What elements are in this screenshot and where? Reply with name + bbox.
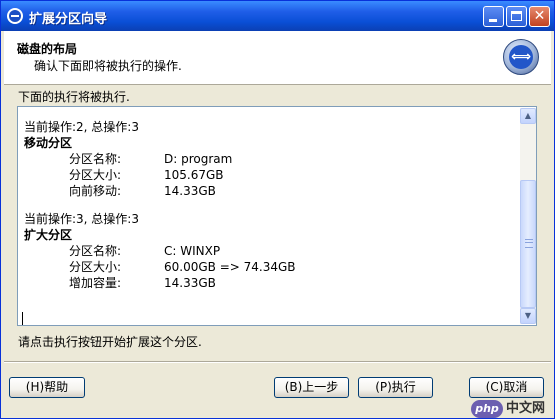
scroll-down-icon: ▼: [524, 311, 532, 320]
scroll-down-button[interactable]: ▼: [520, 308, 536, 324]
app-icon[interactable]: [7, 8, 23, 24]
field-label: 分区大小:: [69, 168, 122, 182]
operation-field-row: 分区名称: C: WINXP: [24, 243, 516, 259]
minimize-icon: [489, 19, 497, 22]
scroll-up-button[interactable]: ▲: [520, 108, 536, 124]
field-value: D: program: [164, 152, 233, 166]
close-icon: ✕: [533, 8, 546, 24]
field-value: 105.67GB: [164, 168, 224, 182]
back-button[interactable]: (B)上一步: [274, 377, 349, 398]
field-value: 14.33GB: [164, 276, 216, 290]
page-title: 磁盘的布局: [17, 42, 78, 56]
operation-name: 移动分区: [24, 136, 73, 150]
hint-text: 请点击执行按钮开始扩展这个分区.: [18, 335, 202, 349]
field-label: 分区名称:: [69, 152, 122, 166]
cancel-button[interactable]: (C)取消: [469, 377, 544, 398]
intro-text: 下面的执行将被执行.: [18, 90, 130, 104]
window-title: 扩展分区向导: [29, 12, 108, 27]
grip-icon: [525, 239, 533, 248]
title-bar[interactable]: 扩展分区向导 ✕: [1, 1, 554, 31]
vertical-scrollbar[interactable]: ▲ ▼: [520, 108, 536, 324]
operation-name: 扩大分区: [24, 228, 73, 242]
field-label: 分区大小:: [69, 260, 122, 274]
operation-field-row: 增加容量: 14.33GB: [24, 275, 516, 291]
operation-field-row: 分区名称: D: program: [24, 151, 516, 167]
wizard-window: 扩展分区向导 ✕ 磁盘的布局 确认下面即将被执行的操作. ⟺ 下面的执行将被执行…: [0, 0, 555, 419]
execute-button[interactable]: (P)执行: [358, 377, 433, 398]
field-value: 14.33GB: [164, 184, 216, 198]
operation-field-row: 向前移动: 14.33GB: [24, 183, 516, 199]
watermark-logo: php 中文网: [471, 399, 555, 420]
operation-field-row: 分区大小: 60.00GB => 74.34GB: [24, 259, 516, 275]
close-button[interactable]: ✕: [529, 6, 550, 27]
help-button[interactable]: (H)帮助: [9, 377, 85, 398]
field-label: 分区名称:: [69, 244, 122, 258]
footer-divider: [4, 361, 551, 363]
operation-log[interactable]: 当前操作:2, 总操作:3 移动分区分区名称: D: program 分区大小: 105…: [17, 106, 537, 326]
operation-gap: [24, 199, 516, 211]
field-value: 60.00GB => 74.34GB: [164, 260, 296, 274]
wizard-header: 磁盘的布局 确认下面即将被执行的操作. ⟺: [4, 31, 551, 85]
scroll-up-icon: ▲: [524, 111, 532, 120]
text-caret: [22, 312, 23, 325]
page-subtitle: 确认下面即将被执行的操作.: [34, 59, 182, 73]
field-value: C: WINXP: [164, 244, 221, 258]
field-label: 增加容量:: [69, 276, 122, 290]
maximize-icon: [511, 11, 522, 21]
watermark-badge: php: [471, 400, 503, 418]
field-label: 向前移动:: [69, 184, 122, 198]
watermark-text: 中文网: [506, 401, 546, 416]
minimize-button[interactable]: [483, 6, 504, 27]
scroll-thumb[interactable]: [520, 180, 536, 308]
operation-field-row: 分区大小: 105.67GB: [24, 167, 516, 183]
operation-counter: 当前操作:3, 总操作:3: [24, 212, 139, 226]
maximize-button[interactable]: [506, 6, 527, 27]
operation-counter: 当前操作:2, 总操作:3: [24, 120, 139, 134]
operation-log-content: 当前操作:2, 总操作:3 移动分区分区名称: D: program 分区大小: 105…: [24, 113, 516, 323]
disk-expand-icon: ⟺: [503, 39, 539, 75]
